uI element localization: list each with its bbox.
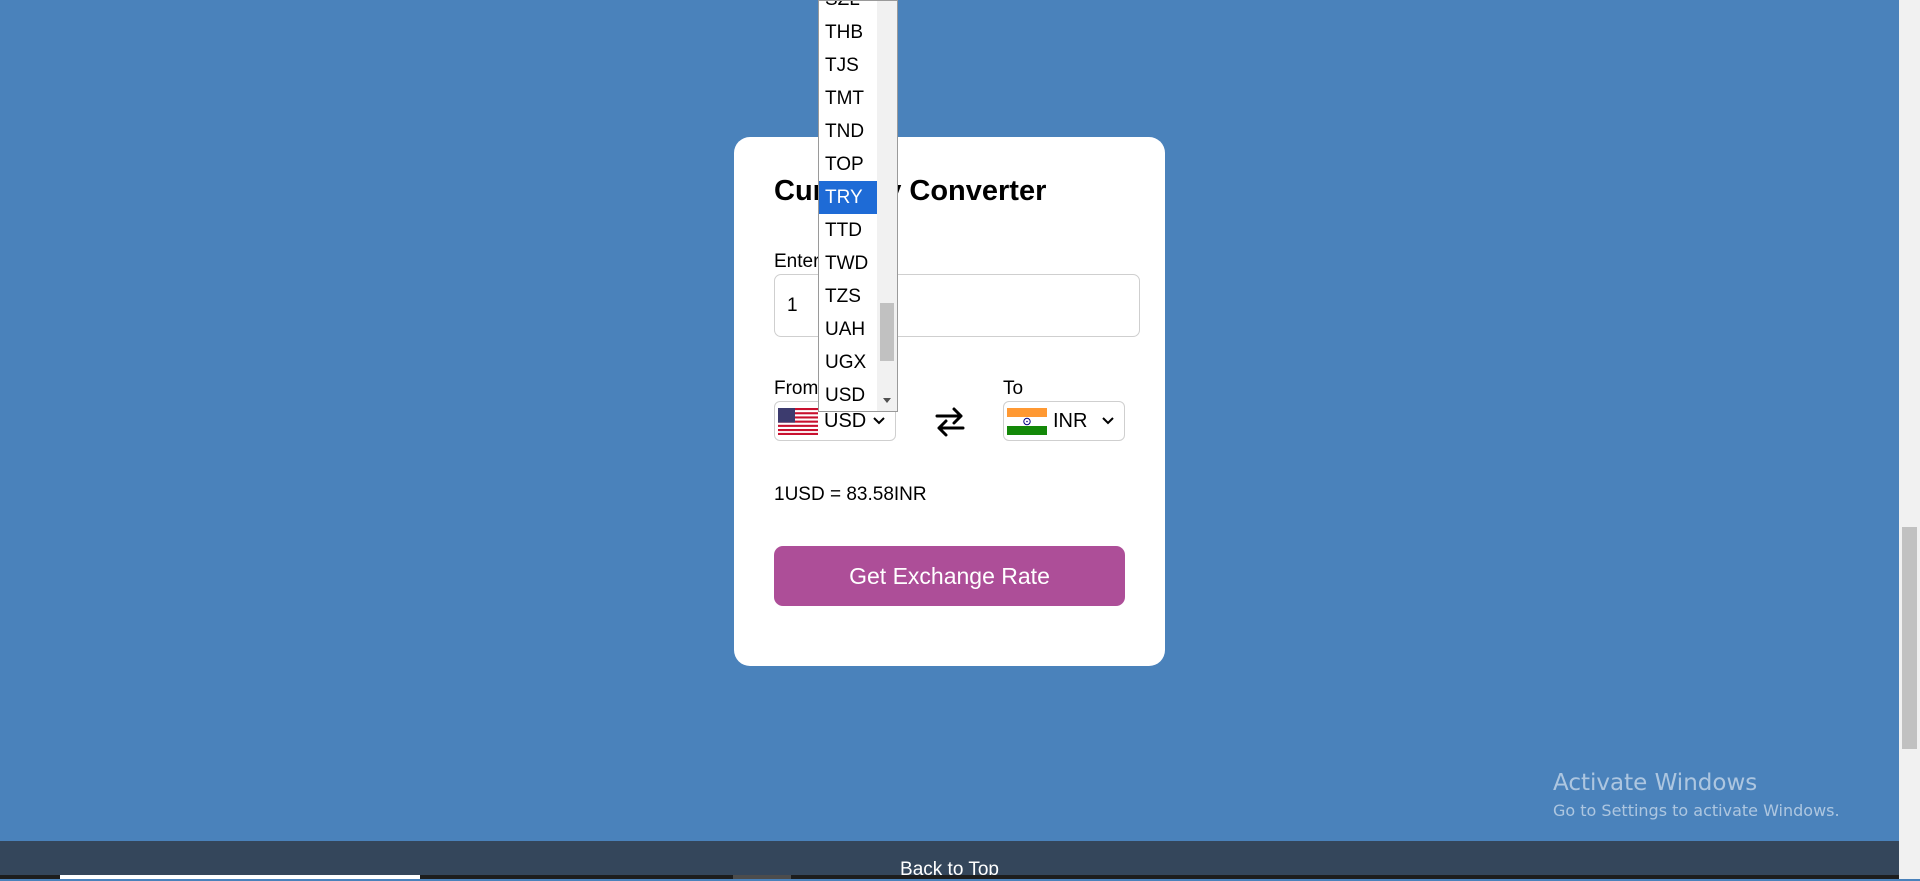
currency-option[interactable]: TRY bbox=[819, 181, 877, 214]
from-currency-dropdown[interactable]: SZLTHBTJSTMTTNDTOPTRYTTDTWDTZSUAHUGXUSD bbox=[818, 0, 898, 412]
watermark-title: Activate Windows bbox=[1553, 770, 1758, 796]
currency-option[interactable]: TND bbox=[819, 115, 877, 148]
currency-option[interactable]: TTD bbox=[819, 214, 877, 247]
scroll-down-arrow-icon[interactable] bbox=[883, 398, 891, 403]
currency-option[interactable]: USD bbox=[819, 379, 877, 411]
page-title: Currency Converter bbox=[774, 175, 1047, 207]
swap-arrows-icon[interactable] bbox=[934, 406, 966, 438]
windows-activation-watermark: Activate Windows Go to Settings to activ… bbox=[1553, 770, 1840, 820]
converter-card: Currency Converter Enter Amount From USD… bbox=[734, 137, 1165, 666]
exchange-rate-result: 1USD = 83.58INR bbox=[774, 484, 927, 505]
from-label: From bbox=[774, 378, 819, 399]
watermark-subtitle: Go to Settings to activate Windows. bbox=[1553, 801, 1840, 820]
dropdown-scrollbar-thumb[interactable] bbox=[880, 303, 894, 361]
currency-option[interactable]: TOP bbox=[819, 148, 877, 181]
currency-option[interactable]: TMT bbox=[819, 82, 877, 115]
currency-option[interactable]: UGX bbox=[819, 346, 877, 379]
taskbar-item[interactable] bbox=[60, 875, 420, 879]
dropdown-scrollbar[interactable] bbox=[877, 1, 897, 411]
page-scrollbar[interactable] bbox=[1899, 0, 1920, 879]
taskbar-item[interactable] bbox=[733, 875, 791, 879]
taskbar-edge bbox=[0, 875, 1899, 879]
currency-option[interactable]: SZL bbox=[819, 1, 877, 16]
currency-option[interactable]: TJS bbox=[819, 49, 877, 82]
currency-option[interactable]: UAH bbox=[819, 313, 877, 346]
to-label: To bbox=[1003, 378, 1024, 399]
currency-option[interactable]: TWD bbox=[819, 247, 877, 280]
from-currency-value: USD bbox=[824, 409, 867, 432]
to-currency-value: INR bbox=[1053, 409, 1088, 432]
get-exchange-rate-button[interactable]: Get Exchange Rate bbox=[774, 546, 1125, 606]
chevron-down-icon bbox=[1102, 417, 1114, 425]
to-currency-select[interactable]: INR bbox=[1003, 401, 1125, 441]
united-states-flag-icon bbox=[778, 407, 818, 435]
page-scrollbar-thumb[interactable] bbox=[1902, 527, 1917, 749]
currency-option[interactable]: THB bbox=[819, 16, 877, 49]
currency-options-list: SZLTHBTJSTMTTNDTOPTRYTTDTWDTZSUAHUGXUSD bbox=[819, 1, 877, 411]
currency-option[interactable]: TZS bbox=[819, 280, 877, 313]
india-flag-icon bbox=[1007, 407, 1047, 435]
chevron-down-icon bbox=[873, 417, 885, 425]
footer: Back to Top bbox=[0, 841, 1899, 880]
